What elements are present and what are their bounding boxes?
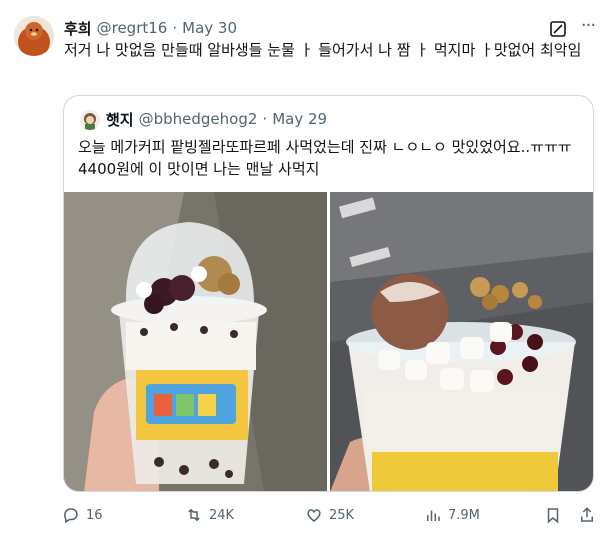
like-button[interactable]: 25K xyxy=(305,502,354,528)
photo-grid xyxy=(64,192,593,491)
more-icon[interactable]: ··· xyxy=(577,17,599,40)
photo-2[interactable] xyxy=(330,192,593,491)
like-count: 25K xyxy=(329,507,355,523)
bookmark-button[interactable] xyxy=(544,502,562,528)
retweet-count: 24K xyxy=(209,507,235,523)
retweet-icon xyxy=(188,508,200,522)
quoted-header: 햇지 @bbhedgehog2 · May 29 xyxy=(106,108,327,130)
bookmark-icon xyxy=(547,508,559,524)
share-icon xyxy=(581,507,593,522)
tweet-header: 후희 @regrt16 · May 30 xyxy=(64,17,560,39)
quoted-author-avatar xyxy=(80,110,100,130)
quoted-date: May 29 xyxy=(272,110,328,128)
action-bar: 16 24K 25K 7.9M xyxy=(62,502,602,528)
quoted-text: 오늘 메가커피 팥빙젤라또파르페 사먹었는데 진짜 ㄴㅇㄴㅇ 맛있었어요..ㅠㅠ… xyxy=(78,136,583,180)
views-button[interactable]: 7.9M xyxy=(424,502,480,528)
quoted-author-handle: @bbhedgehog2 xyxy=(138,110,258,128)
views-icon xyxy=(427,510,440,521)
header-separator: · xyxy=(172,19,178,37)
reply-count: 16 xyxy=(86,507,103,523)
tweet-date[interactable]: May 30 xyxy=(182,19,237,37)
quoted-separator: · xyxy=(262,110,268,128)
quoted-text-line1: 오늘 메가커피 팥빙젤라또파르페 사먹었는데 진짜 ㄴㅇㄴㅇ 맛있었어요..ㅠㅠ… xyxy=(78,138,572,156)
author-avatar[interactable] xyxy=(14,16,54,56)
tweet-text: 저거 나 맛없음 만들때 알바생들 눈물 ㅏ 들어가서 나 짬 ㅏ 먹지마 ㅏ맛… xyxy=(64,41,582,59)
reply-button[interactable]: 16 xyxy=(62,502,103,528)
views-count: 7.9M xyxy=(448,507,480,523)
reply-icon xyxy=(64,508,78,524)
quoted-text-line2: 4400원에 이 맛이면 나는 맨날 사먹지 xyxy=(78,160,320,178)
like-icon xyxy=(307,509,321,522)
grok-icon[interactable] xyxy=(548,19,568,39)
quoted-author-name: 햇지 xyxy=(106,110,134,129)
quoted-tweet[interactable]: 햇지 @bbhedgehog2 · May 29 오늘 메가커피 팥빙젤라또파르… xyxy=(63,95,594,492)
share-button[interactable] xyxy=(578,502,596,528)
retweet-button[interactable]: 24K xyxy=(185,502,234,528)
author-handle[interactable]: @regrt16 xyxy=(97,19,168,37)
author-name[interactable]: 후희 xyxy=(64,18,92,39)
photo-1[interactable] xyxy=(64,192,327,491)
